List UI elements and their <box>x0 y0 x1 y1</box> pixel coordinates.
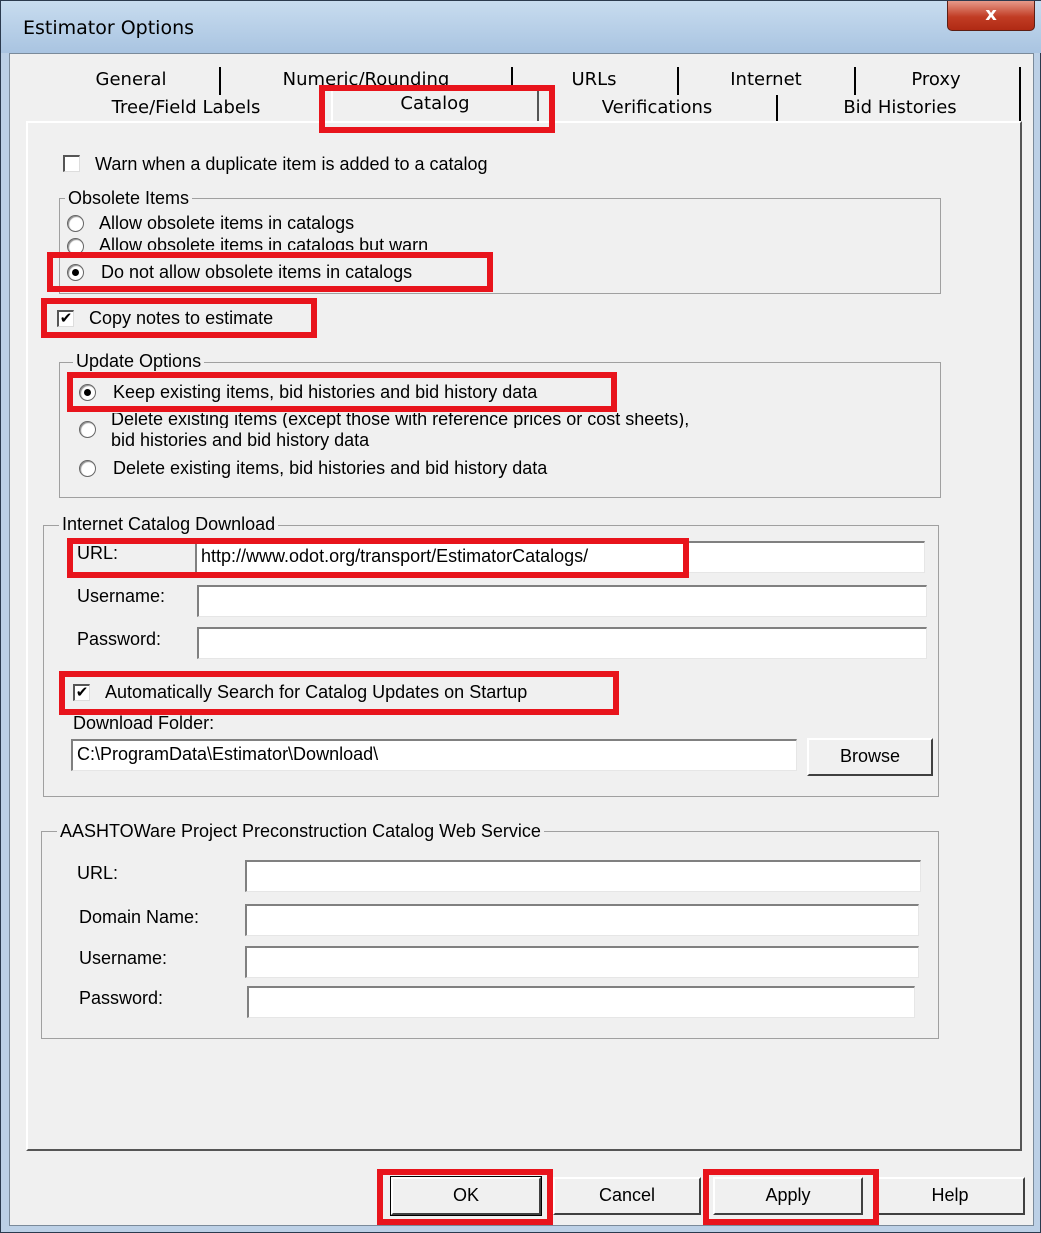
radio-disallow-obsolete[interactable] <box>67 264 84 281</box>
update-options-legend: Update Options <box>73 351 205 372</box>
tab-verifications[interactable]: Verifications <box>551 97 763 121</box>
download-folder-label: Download Folder: <box>73 713 215 733</box>
aashto-username-input[interactable] <box>245 946 919 978</box>
copy-notes-label: Copy notes to estimate <box>89 308 274 328</box>
internet-password-input[interactable] <box>197 627 927 659</box>
auto-search-checkbox[interactable]: ✔ <box>73 684 90 701</box>
tab-internet[interactable]: Internet <box>679 69 853 95</box>
internet-username-label: Username: <box>77 586 166 606</box>
radio-delete-all[interactable] <box>79 460 96 477</box>
help-button[interactable]: Help <box>875 1177 1025 1215</box>
ok-button[interactable]: OK <box>390 1176 542 1216</box>
warn-duplicate-label: Warn when a duplicate item is added to a… <box>95 154 488 174</box>
warn-duplicate-checkbox[interactable] <box>63 155 80 172</box>
internet-url-input[interactable]: http://www.odot.org/transport/EstimatorC… <box>195 541 925 573</box>
tab-divider <box>219 67 221 95</box>
tab-general[interactable]: General <box>41 69 221 95</box>
radio-delete-except-ref[interactable] <box>79 421 96 438</box>
tab-divider <box>776 95 778 121</box>
radio-allow-obsolete-warn-label: Allow obsolete items in catalogs but war… <box>99 237 429 250</box>
auto-search-label: Automatically Search for Catalog Updates… <box>105 682 528 702</box>
aashto-password-label: Password: <box>79 988 164 1008</box>
check-icon: ✔ <box>59 310 73 327</box>
aashto-password-input[interactable] <box>247 986 915 1018</box>
aashto-domain-label: Domain Name: <box>79 907 200 927</box>
radio-delete-except-ref-label-line2: bid histories and bid history data <box>111 430 370 450</box>
aashto-url-input[interactable] <box>245 860 921 892</box>
obsolete-items-legend: Obsolete Items <box>65 188 193 209</box>
aashto-username-label: Username: <box>79 948 168 968</box>
internet-catalog-legend: Internet Catalog Download <box>59 514 279 535</box>
radio-keep-existing[interactable] <box>79 384 96 401</box>
cancel-button[interactable]: Cancel <box>553 1177 701 1215</box>
radio-disallow-obsolete-label: Do not allow obsolete items in catalogs <box>101 262 413 282</box>
tab-bid-histories[interactable]: Bid Histories <box>781 97 1019 121</box>
tab-catalog[interactable]: Catalog <box>331 87 539 123</box>
download-folder-input[interactable]: C:\ProgramData\Estimator\Download\ <box>71 739 797 771</box>
radio-allow-obsolete[interactable] <box>67 215 84 232</box>
tab-proxy[interactable]: Proxy <box>856 69 1016 95</box>
apply-button[interactable]: Apply <box>713 1177 863 1215</box>
tab-numeric-rounding[interactable]: Numeric/Rounding <box>223 69 509 87</box>
close-button[interactable]: x <box>947 1 1035 31</box>
copy-notes-checkbox[interactable]: ✔ <box>57 310 74 327</box>
internet-url-value: http://www.odot.org/transport/EstimatorC… <box>201 546 589 566</box>
internet-url-label: URL: <box>77 543 119 563</box>
tab-divider <box>1019 95 1021 121</box>
radio-delete-except-ref-clip: Delete existing items (except those with… <box>109 413 809 428</box>
aashto-url-label: URL: <box>77 863 119 883</box>
radio-allow-obsolete-warn-clip: Allow obsolete items in catalogs but war… <box>97 237 497 250</box>
radio-allow-obsolete-warn[interactable] <box>67 238 84 255</box>
check-icon: ✔ <box>75 684 89 701</box>
radio-delete-except-ref-label: Delete existing items (except those with… <box>111 413 690 428</box>
internet-username-input[interactable] <box>197 585 927 617</box>
radio-allow-obsolete-label: Allow obsolete items in catalogs <box>99 213 355 233</box>
title-bar[interactable]: Estimator Options x <box>1 1 1041 53</box>
browse-button[interactable]: Browse <box>807 738 933 776</box>
aashto-domain-input[interactable] <box>245 904 919 936</box>
tab-tree-field-labels[interactable]: Tree/Field Labels <box>41 97 331 121</box>
internet-password-label: Password: <box>77 629 162 649</box>
aashtoware-legend: AASHTOWare Project Preconstruction Catal… <box>57 821 544 842</box>
close-icon: x <box>985 4 997 25</box>
radio-keep-existing-label: Keep existing items, bid histories and b… <box>113 382 538 402</box>
download-folder-value: C:\ProgramData\Estimator\Download\ <box>77 744 379 764</box>
window-title: Estimator Options <box>23 17 195 39</box>
radio-delete-all-label: Delete existing items, bid histories and… <box>113 458 548 478</box>
dialog-window: Estimator Options x General Numeric/Roun… <box>0 0 1041 1233</box>
tab-divider <box>1019 67 1021 95</box>
